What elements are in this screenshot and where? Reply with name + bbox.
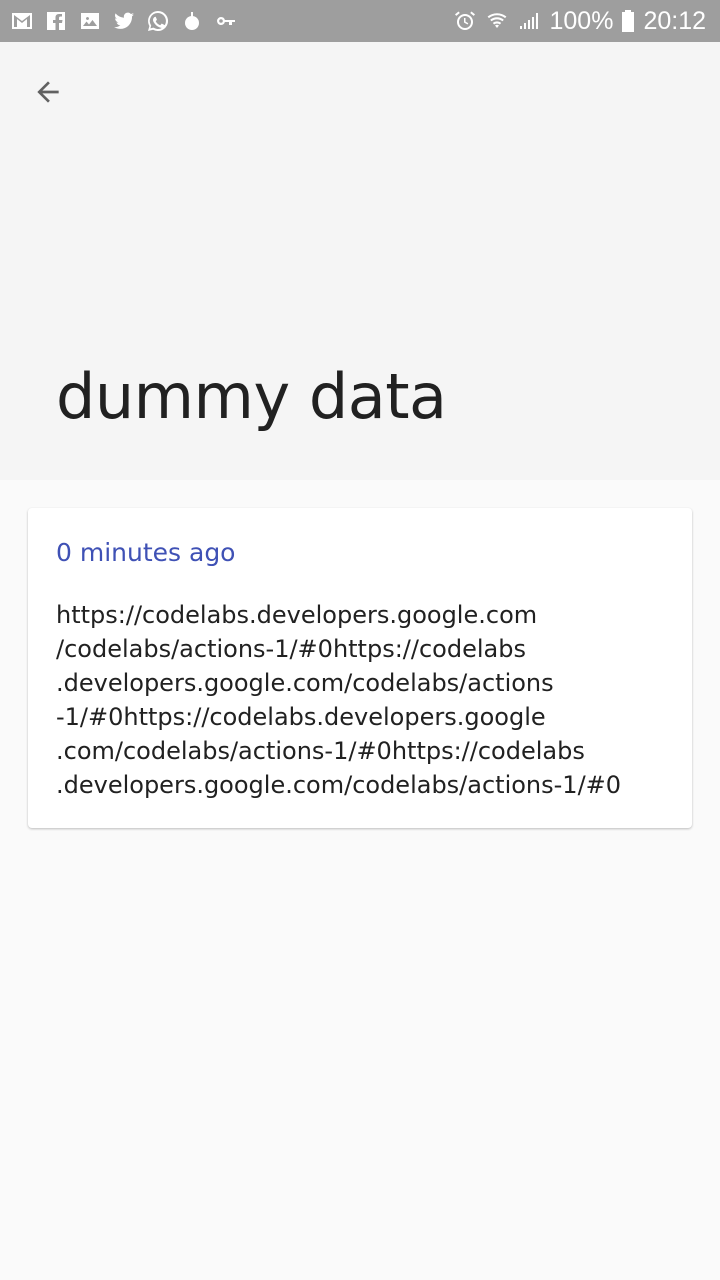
battery-percentage: 100% [549, 6, 614, 35]
bomb-icon [180, 9, 204, 33]
twitter-icon [112, 9, 136, 33]
whatsapp-icon [146, 9, 170, 33]
system-status: 100% 20:12 [453, 7, 720, 36]
note-content: https://codelabs.developers.google.com /… [56, 601, 622, 799]
alarm-icon [453, 9, 477, 33]
back-button[interactable] [20, 68, 76, 116]
note-card[interactable]: 0 minutes ago https://codelabs.developer… [28, 508, 692, 828]
clock: 20:12 [643, 6, 706, 35]
battery-icon [621, 9, 635, 33]
wifi-icon [485, 9, 509, 33]
page-title: dummy data [56, 360, 447, 433]
arrow-back-icon [37, 81, 59, 103]
facebook-icon [44, 9, 68, 33]
signal-icon [517, 9, 541, 33]
timestamp: 0 minutes ago [56, 538, 236, 567]
gmail-icon [10, 9, 34, 33]
app-header: dummy data [0, 42, 720, 480]
gallery-icon [78, 9, 102, 33]
key-icon [214, 9, 238, 33]
notification-icons [0, 9, 238, 33]
status-bar: 100% 20:12 [0, 0, 720, 42]
